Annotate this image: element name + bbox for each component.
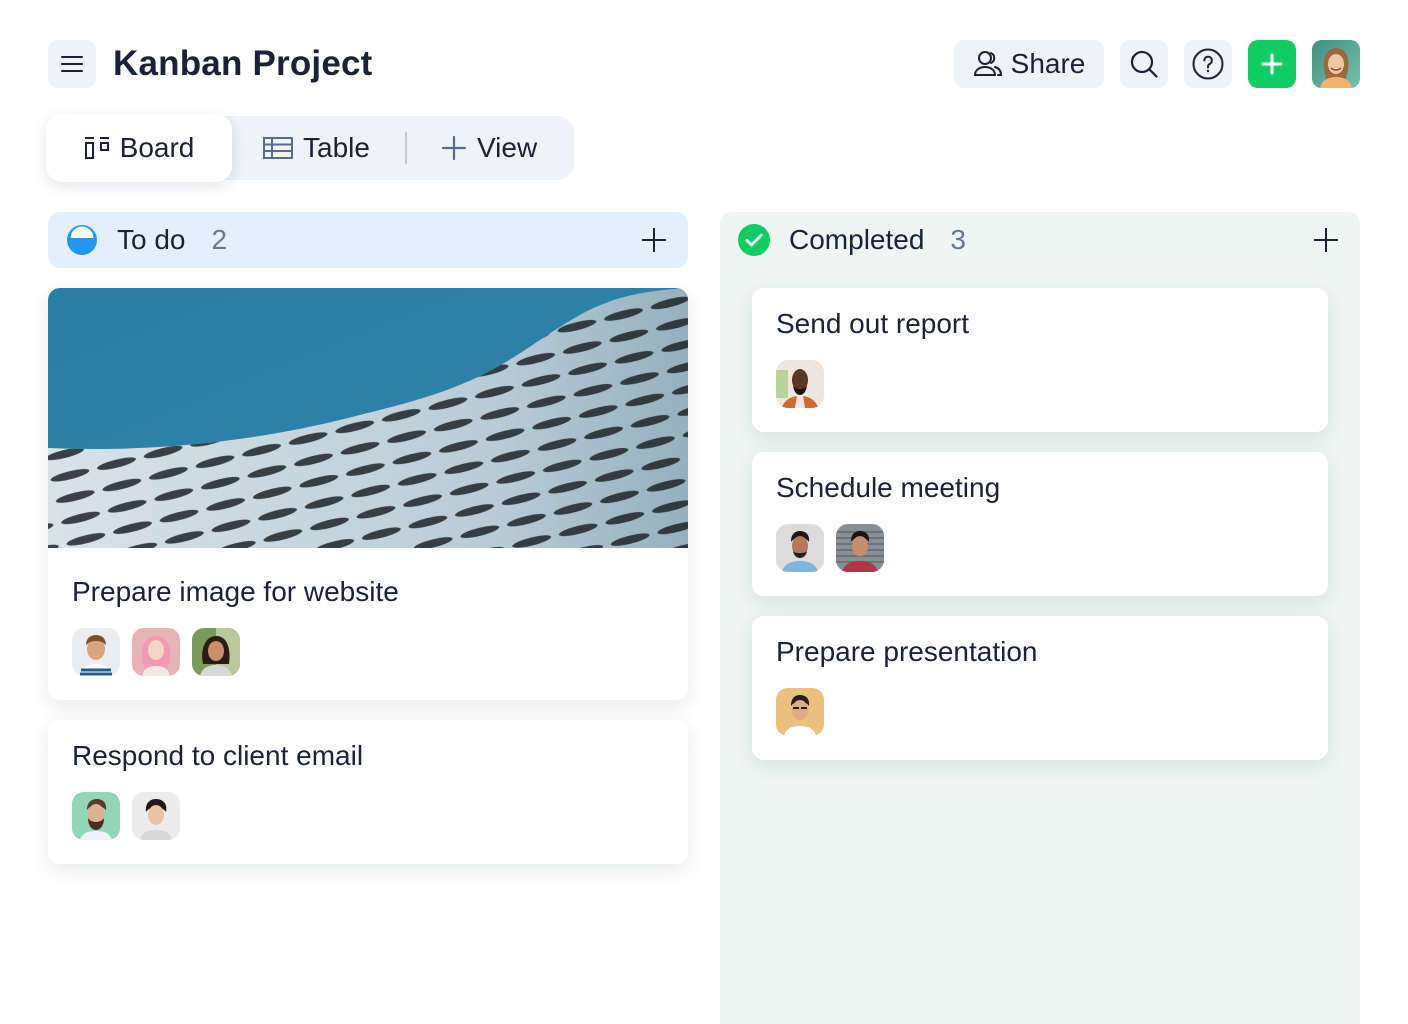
card-title: Prepare presentation [776,636,1038,668]
assignee-list [72,792,180,840]
column-completed: Completed 3 Send out report Schedule mee… [720,212,1360,1024]
share-button[interactable]: Share [954,40,1104,88]
architecture-facade-image [48,288,688,548]
tab-divider [405,132,407,164]
help-circle-icon [1192,48,1224,80]
card-title: Send out report [776,308,969,340]
woman-portrait-avatar [1312,40,1360,88]
add-button[interactable] [1248,40,1296,88]
search-icon [1129,49,1159,79]
hamburger-icon [61,55,83,73]
check-circle-icon [738,224,770,256]
assignee-avatar[interactable] [776,688,824,736]
assignee-list [72,628,240,676]
assignee-avatar[interactable] [836,524,884,572]
half-circle-icon [66,224,98,256]
plus-icon [1313,227,1339,253]
add-view-button[interactable]: View [441,116,537,180]
assignee-avatar[interactable] [192,628,240,676]
tab-table[interactable]: Table [263,116,370,180]
tab-table-label: Table [303,132,370,164]
help-button[interactable] [1184,40,1232,88]
assignee-list [776,688,824,736]
table-icon [263,137,293,159]
assignee-avatar[interactable] [776,360,824,408]
assignee-avatar[interactable] [132,792,180,840]
column-count: 2 [212,224,228,256]
user-avatar[interactable] [1312,40,1360,88]
column-header-todo: To do 2 [48,212,688,268]
assignee-avatar[interactable] [132,628,180,676]
task-card[interactable]: Respond to client email [48,720,688,864]
card-title: Prepare image for website [72,576,399,608]
add-card-button[interactable] [1310,224,1342,256]
plus-icon [1261,53,1283,75]
assignee-list [776,360,824,408]
column-title: To do [117,224,186,256]
card-title: Respond to client email [72,740,363,772]
view-switcher: Board Table View [48,116,574,180]
tab-board[interactable]: Board [46,114,232,182]
column-header-completed: Completed 3 [720,212,1360,268]
page-title: Kanban Project [113,40,373,88]
tab-view-label: View [477,132,537,164]
search-button[interactable] [1120,40,1168,88]
assignee-avatar[interactable] [776,524,824,572]
plus-icon [641,227,667,253]
menu-button[interactable] [48,40,96,88]
assignee-avatar[interactable] [72,792,120,840]
assignee-list [776,524,884,572]
add-card-button[interactable] [638,224,670,256]
task-card[interactable]: Send out report [752,288,1328,432]
column-title: Completed [789,224,924,256]
tab-board-label: Board [120,132,195,164]
task-card[interactable]: Schedule meeting [752,452,1328,596]
plus-icon [441,135,467,161]
column-count: 3 [950,224,966,256]
users-icon [973,50,1003,78]
task-card[interactable]: Prepare image for website [48,288,688,700]
board-icon [84,136,110,160]
share-label: Share [1011,48,1086,80]
task-card[interactable]: Prepare presentation [752,616,1328,760]
assignee-avatar[interactable] [72,628,120,676]
card-title: Schedule meeting [776,472,1000,504]
